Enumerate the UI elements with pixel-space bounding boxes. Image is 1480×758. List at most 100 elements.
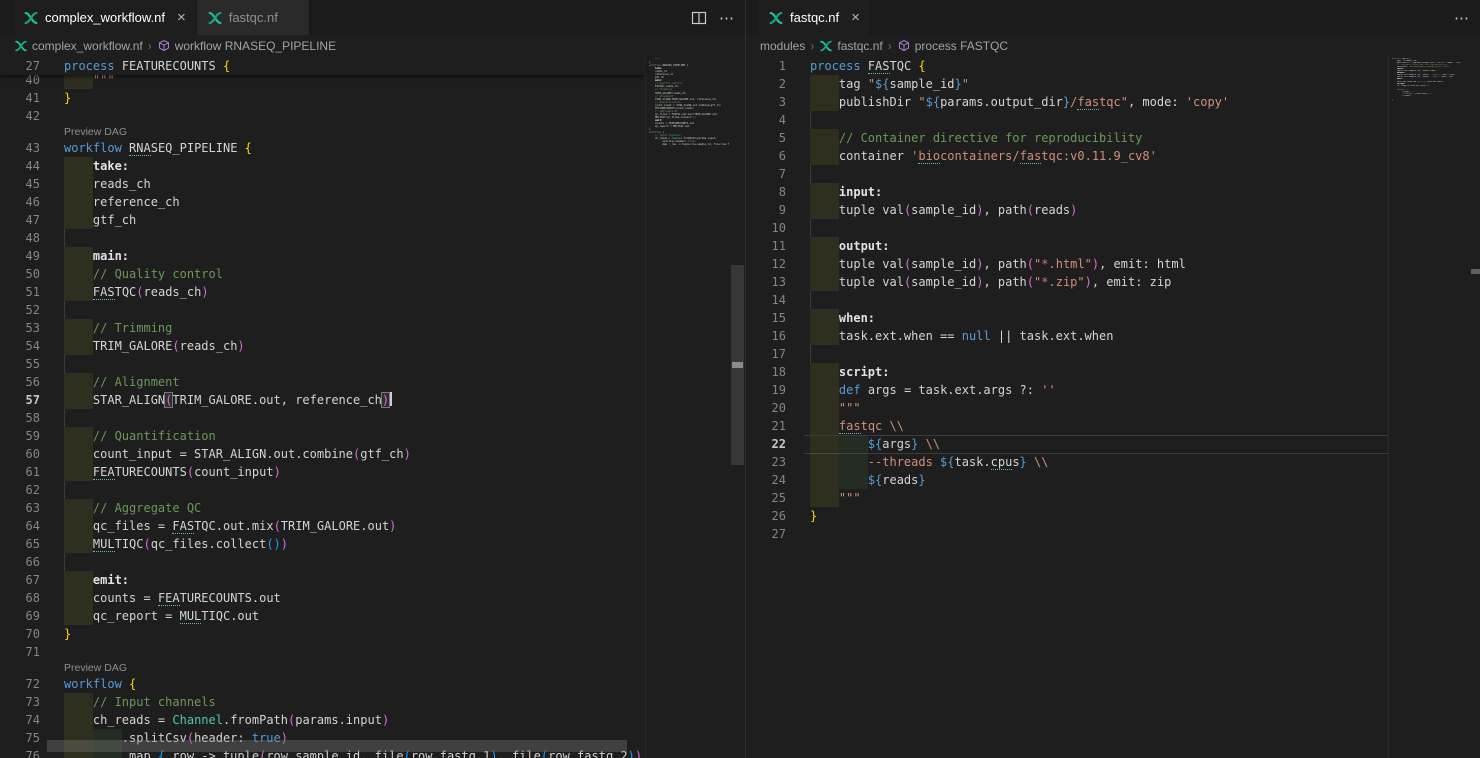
token: .html" [1049,257,1092,271]
code-line-69[interactable]: 69 qc_report = MULTIQC.out [0,607,645,625]
token [64,249,93,263]
code-line-19[interactable]: 19 def args = task.ext.args ?: '' [746,381,1389,399]
code-line-49[interactable]: 49 main: [0,247,645,265]
code-line-67[interactable]: 67 emit: [0,571,645,589]
code-line-11[interactable]: 11 output: [746,237,1389,255]
token: sample_id [1409,76,1420,78]
code-text: emit: [64,571,129,589]
code-line-17[interactable]: 17 [746,345,1389,363]
code-line-41[interactable]: 41} [0,89,645,107]
code-line-56[interactable]: 56 // Alignment [0,373,645,391]
code-line-71[interactable]: 71 [0,643,645,661]
token: sample_id [911,203,976,217]
code-line-22[interactable]: 22 ${args} \\ [746,435,1389,453]
code-line-61[interactable]: 61 FEATURECOUNTS(count_input) [0,463,645,481]
tab-complex-workflow[interactable]: complex_workflow.nf × [13,0,197,35]
nextflow-logo-icon [207,10,223,26]
codelens-preview-dag[interactable]: Preview DAG [0,661,645,675]
code-line-66[interactable]: 66 [0,553,645,571]
code-line-47[interactable]: 47 gtf_ch [0,211,645,229]
code-text: count_input = STAR_ALIGN.out.combine(gtf… [64,445,411,463]
code-line-5[interactable]: 5 // Container directive for reproducibi… [746,129,1389,147]
token [64,447,93,461]
code-line-8[interactable]: 8 input: [746,183,1389,201]
token [810,185,839,199]
code-line-64[interactable]: 64 qc_files = FASTQC.out.mix(TRIM_GALORE… [0,517,645,535]
code-line-54[interactable]: 54 TRIM_GALORE(reads_ch) [0,337,645,355]
code-line-2[interactable]: 2 tag "${sample_id}" [746,75,1389,93]
token: output: [839,239,890,253]
code-line-27[interactable]: 27 [746,525,1389,543]
token: sample_id [890,77,955,91]
code-line-48[interactable]: 48 [0,229,645,247]
code-line-20[interactable]: 20 """ [746,399,1389,417]
code-line-74[interactable]: 74 ch_reads = Channel.fromPath(params.in… [0,711,645,729]
codelens-preview-dag[interactable]: Preview DAG [0,125,645,139]
more-actions-icon[interactable]: ⋯ [719,9,735,27]
horizontal-scrollbar-thumb[interactable] [47,740,627,752]
breadcrumb-symbol[interactable]: process FASTQC [897,39,1008,53]
code-line-65[interactable]: 65 MULTIQC(qc_files.collect()) [0,535,645,553]
token: """ [655,58,660,61]
code-line-25[interactable]: 25 """ [746,489,1389,507]
breadcrumb-folder[interactable]: modules [760,39,805,53]
code-line-3[interactable]: 3 publishDir "${params.output_dir}/fastq… [746,93,1389,111]
code-line-24[interactable]: 24 ${reads} [746,471,1389,489]
code-line-44[interactable]: 44 take: [0,157,645,175]
code-line-46[interactable]: 46 reference_ch [0,193,645,211]
indent-guide [810,219,811,237]
tab-fastqc-left[interactable]: fastqc.nf × [197,0,310,35]
code-line-6[interactable]: 6 container 'biocontainers/fastqc:v0.11.… [746,147,1389,165]
breadcrumb-file[interactable]: complex_workflow.nf [14,39,143,53]
close-icon[interactable]: × [177,10,186,25]
code-line-68[interactable]: 68 counts = FEATURECOUNTS.out [0,589,645,607]
code-line-57[interactable]: 57 STAR_ALIGN(TRIM_GALORE.out, reference… [0,391,645,409]
breadcrumb-file[interactable]: fastqc.nf [819,39,882,53]
code-line-14[interactable]: 14 [746,291,1389,309]
code-editor-right[interactable]: 1process FASTQC {2 tag "${sample_id}"3 p… [746,57,1480,758]
minimap-left[interactable]: """}workflow RNASEQ_PIPELINE { take: rea… [645,57,729,758]
token: , emit: zip [1439,76,1452,78]
code-line-21[interactable]: 21 fastqc \\ [746,417,1389,435]
code-line-70[interactable]: 70} [0,625,645,643]
minimap-right[interactable]: process FASTQC { tag "${sample_id}" publ… [1388,57,1470,758]
code-line-10[interactable]: 10 [746,219,1389,237]
code-line-58[interactable]: 58 [0,409,645,427]
code-line-59[interactable]: 59 // Quantification [0,427,645,445]
token: // Input channels [93,695,216,709]
code-line-26[interactable]: 26} [746,507,1389,525]
tab-fastqc-right[interactable]: fastqc.nf × [758,0,871,35]
code-line-60[interactable]: 60 count_input = STAR_ALIGN.out.combine(… [0,445,645,463]
code-line-12[interactable]: 12 tuple val(sample_id), path("*.html"),… [746,255,1389,273]
code-line-50[interactable]: 50 // Quality control [0,265,645,283]
code-line-51[interactable]: 51 FASTQC(reads_ch) [0,283,645,301]
code-line-15[interactable]: 15 when: [746,309,1389,327]
code-line-62[interactable]: 62 [0,481,645,499]
code-line-4[interactable]: 4 [746,111,1389,129]
code-line-23[interactable]: 23 --threads ${task.cpus} \\ [746,453,1389,471]
code-line-52[interactable]: 52 [0,301,645,319]
code-line-9[interactable]: 9 tuple val(sample_id), path(reads) [746,201,1389,219]
code-line-45[interactable]: 45 reads_ch [0,175,645,193]
split-editor-icon[interactable] [691,10,707,26]
code-line-7[interactable]: 7 [746,165,1389,183]
token: null [962,329,991,343]
code-line-72[interactable]: 72workflow { [0,675,645,693]
code-line-1[interactable]: 1process FASTQC { [746,57,1389,75]
code-line-42[interactable]: 42 [0,107,645,125]
code-line-55[interactable]: 55 [0,355,645,373]
code-line-18[interactable]: 18 script: [746,363,1389,381]
code-line-13[interactable]: 13 tuple val(sample_id), path("*.zip"), … [746,273,1389,291]
code-line-63[interactable]: 63 // Aggregate QC [0,499,645,517]
code-line-16[interactable]: 16 task.ext.when == null || task.ext.whe… [746,327,1389,345]
code-editor-left[interactable]: 40 """41}42Preview DAG43workflow RNASEQ_… [0,57,745,758]
sticky-scroll-line[interactable]: 27process FEATURECOUNTS { [0,57,645,75]
code-line-73[interactable]: 73 // Input channels [0,693,645,711]
breadcrumb-symbol[interactable]: workflow RNASEQ_PIPELINE [157,39,336,53]
line-number: 21 [746,417,786,435]
close-icon[interactable]: × [851,10,860,25]
code-line-53[interactable]: 53 // Trimming [0,319,645,337]
code-line-43[interactable]: 43workflow RNASEQ_PIPELINE { [0,139,645,157]
more-actions-icon[interactable]: ⋯ [1454,9,1470,27]
token [64,465,93,479]
